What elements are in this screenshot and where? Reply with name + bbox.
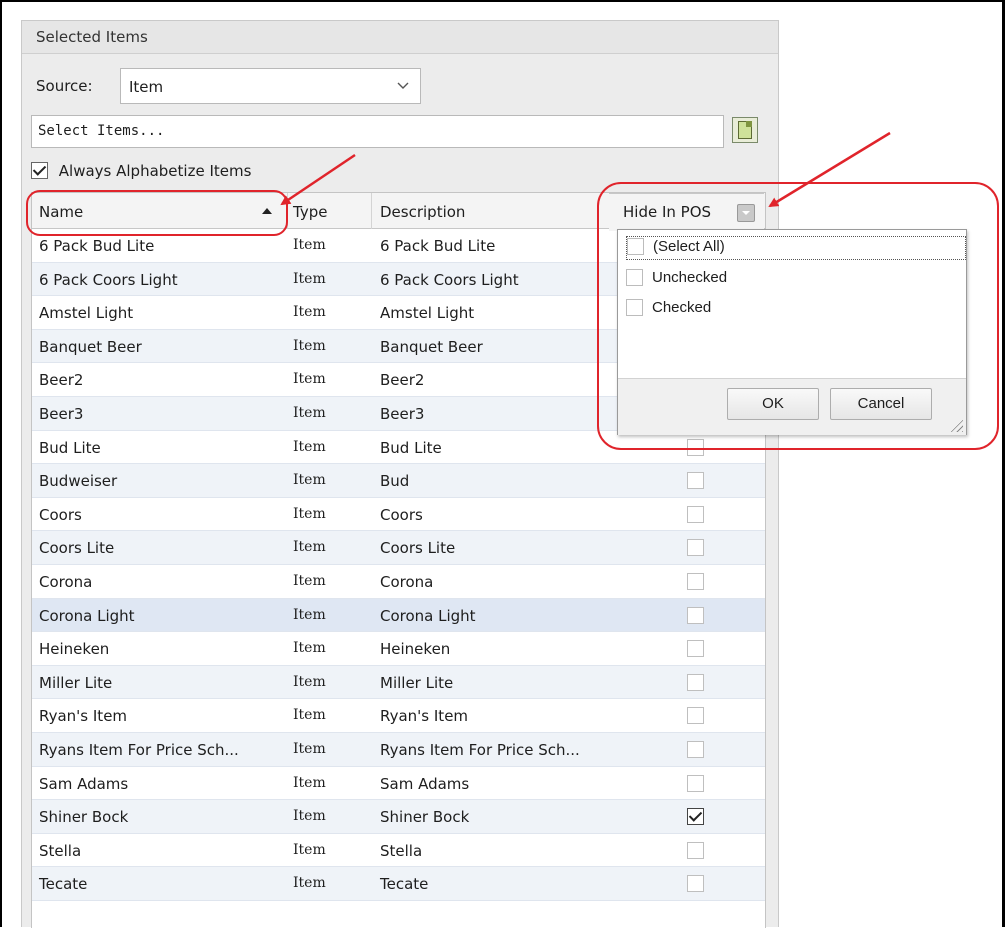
annotation-arrow-name xyxy=(280,153,356,206)
annotation-arrow-filter xyxy=(768,131,891,208)
annotation-arrows xyxy=(280,131,891,208)
